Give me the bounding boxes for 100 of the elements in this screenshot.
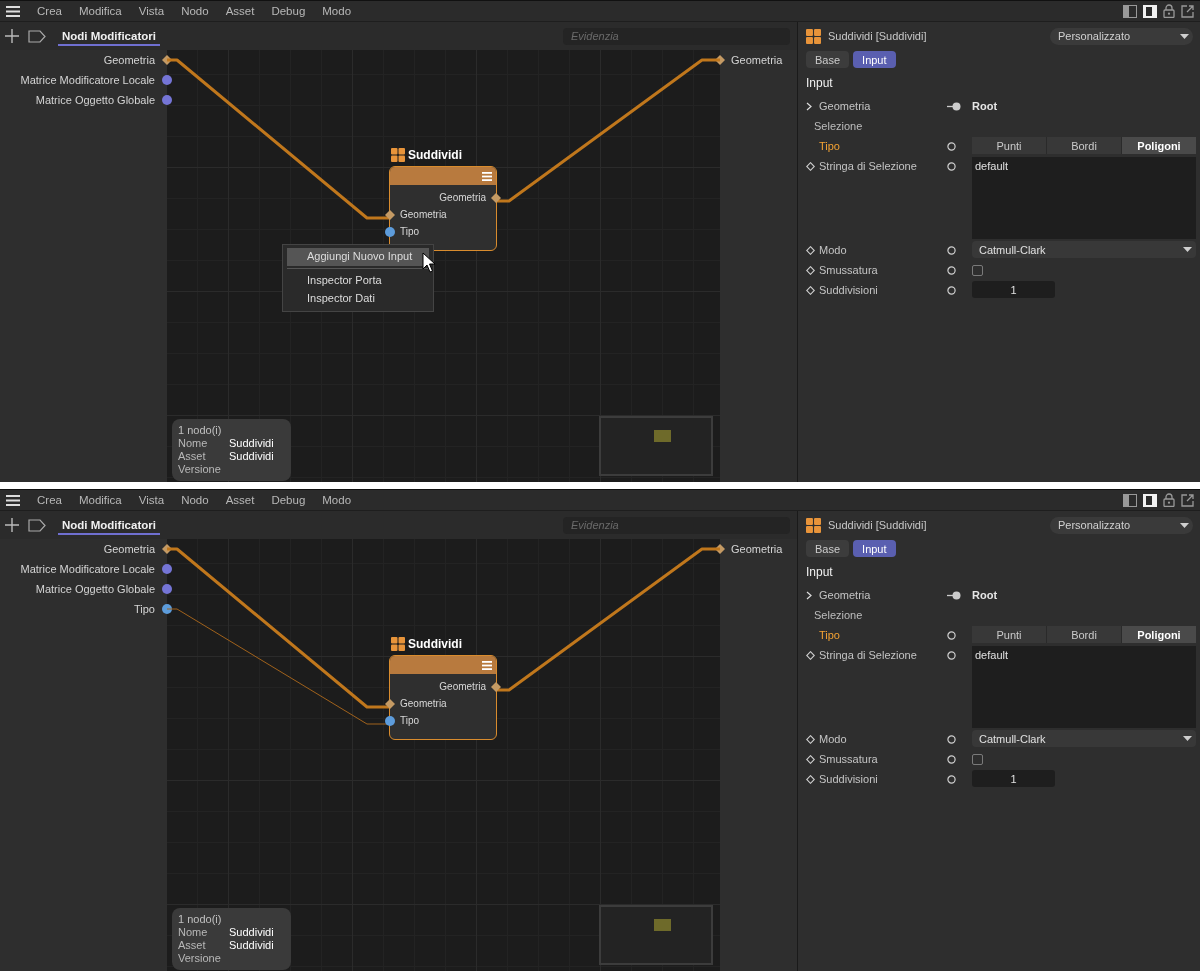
menu-entry[interactable]: Aggiungi Nuovo Input [287, 248, 429, 266]
lock-icon[interactable] [1163, 493, 1175, 507]
menu-icon[interactable] [6, 494, 20, 506]
search-field[interactable]: Evidenzia [563, 27, 790, 45]
add-icon[interactable] [4, 517, 20, 533]
info-key: Asset [178, 450, 229, 463]
menu-item[interactable]: Modifica [78, 494, 122, 506]
dot-port-icon[interactable] [385, 226, 395, 237]
diamond-icon[interactable] [806, 650, 815, 660]
menu-entry[interactable]: Inspector Porta [287, 272, 429, 290]
diamond-port-icon[interactable] [715, 544, 725, 554]
field-label: Stringa di Selezione [819, 649, 917, 661]
preset-dropdown[interactable]: Personalizzato [1050, 516, 1193, 534]
segment-option[interactable]: Poligoni [1122, 137, 1196, 154]
caret-icon[interactable] [1183, 247, 1192, 252]
segment-option[interactable]: Punti [972, 626, 1046, 643]
node-count: 1 nodo(i) [178, 424, 223, 437]
circle-icon[interactable] [947, 265, 956, 275]
circle-icon[interactable] [947, 774, 956, 784]
menu-item[interactable]: Asset [225, 494, 255, 506]
panel-layout-icon[interactable] [1143, 493, 1157, 507]
grid-icon [806, 517, 821, 533]
menu-item[interactable]: Vista [138, 494, 165, 506]
preset-dropdown[interactable]: Personalizzato [1050, 27, 1193, 45]
checkbox[interactable] [972, 264, 983, 276]
segment-option[interactable]: Punti [972, 137, 1046, 154]
field-label: Suddivisioni [819, 284, 878, 296]
external-link-icon[interactable] [1181, 493, 1194, 507]
diamond-port-icon[interactable] [491, 681, 501, 692]
circle-icon[interactable] [947, 245, 956, 255]
tab[interactable]: Base [806, 51, 850, 68]
menu-item[interactable]: Debug [271, 494, 306, 506]
menu-icon[interactable] [6, 5, 20, 17]
panel-layout-icon[interactable] [1143, 4, 1157, 18]
tag-icon[interactable] [28, 518, 46, 532]
caret-icon[interactable] [1183, 736, 1192, 741]
menu-item[interactable]: Debug [271, 5, 306, 17]
menu-item[interactable]: Nodo [181, 5, 209, 17]
circle-icon[interactable] [947, 285, 956, 295]
grid-icon [806, 28, 821, 44]
diamond-port-icon[interactable] [491, 192, 501, 203]
number-field[interactable]: 1 [972, 770, 1055, 787]
lock-icon[interactable] [1163, 4, 1175, 18]
menu-item[interactable]: Crea [37, 5, 62, 17]
diamond-port-icon[interactable] [385, 209, 395, 220]
menu-item[interactable]: Modo [322, 5, 352, 17]
menu-item[interactable]: Modifica [78, 5, 122, 17]
chevron-icon[interactable] [806, 590, 812, 600]
port-label: Matrice Oggetto Globale [35, 583, 155, 595]
field-label: Modo [819, 244, 847, 256]
chevron-icon[interactable] [806, 101, 812, 111]
port-label: Matrice Modificatore Locale [20, 74, 155, 86]
port-label: Geometria [103, 54, 155, 66]
caret-icon[interactable] [1180, 33, 1189, 39]
text-area[interactable]: default [972, 157, 1196, 239]
circle-icon[interactable] [947, 630, 956, 640]
port-label: Geometria [731, 543, 783, 555]
dot-port-icon[interactable] [385, 715, 395, 726]
caret-icon[interactable] [1180, 522, 1189, 528]
info-value: Suddividi [229, 437, 275, 450]
node-title: Suddividi [408, 148, 462, 162]
tab[interactable]: Input [853, 540, 896, 557]
tab[interactable]: Input [853, 51, 896, 68]
add-icon[interactable] [4, 28, 20, 44]
menu-entry[interactable]: Inspector Dati [287, 290, 429, 308]
minimap-node [654, 919, 671, 931]
diamond-port-icon[interactable] [385, 698, 395, 709]
diamond-port-icon[interactable] [715, 55, 725, 65]
menu-item[interactable]: Nodo [181, 494, 209, 506]
field-label: Geometria [819, 589, 871, 601]
field-label: Smussatura [819, 264, 878, 276]
circle-icon[interactable] [947, 141, 956, 151]
tab[interactable]: Nodi Modificatori [58, 26, 160, 46]
search-field[interactable]: Evidenzia [563, 516, 790, 534]
checkbox[interactable] [972, 753, 983, 765]
tab[interactable]: Base [806, 540, 850, 557]
segment-option[interactable]: Poligoni [1122, 626, 1196, 643]
section-heading: Input [806, 565, 834, 581]
circle-icon[interactable] [947, 650, 956, 660]
text-area[interactable]: default [972, 646, 1196, 728]
menu-item[interactable]: Asset [225, 5, 255, 17]
menu-item[interactable]: Crea [37, 494, 62, 506]
circle-icon[interactable] [947, 161, 956, 171]
minimap-node [654, 430, 671, 442]
circle-icon[interactable] [947, 754, 956, 764]
segment-option[interactable]: Bordi [1047, 626, 1121, 643]
number-field[interactable]: 1 [972, 281, 1055, 298]
grid-icon [391, 637, 405, 651]
menu-item[interactable]: Modo [322, 494, 352, 506]
info-value: Suddividi [229, 926, 275, 939]
diamond-icon[interactable] [806, 161, 815, 171]
tag-icon[interactable] [28, 29, 46, 43]
group-label: Selezione [814, 608, 864, 623]
segment-option[interactable]: Bordi [1047, 137, 1121, 154]
menu-item[interactable]: Vista [138, 5, 165, 17]
mode-dropdown[interactable]: Catmull-Clark [972, 241, 1196, 258]
tab[interactable]: Nodi Modificatori [58, 515, 160, 535]
external-link-icon[interactable] [1181, 4, 1194, 18]
circle-icon[interactable] [947, 734, 956, 744]
mode-dropdown[interactable]: Catmull-Clark [972, 730, 1196, 747]
